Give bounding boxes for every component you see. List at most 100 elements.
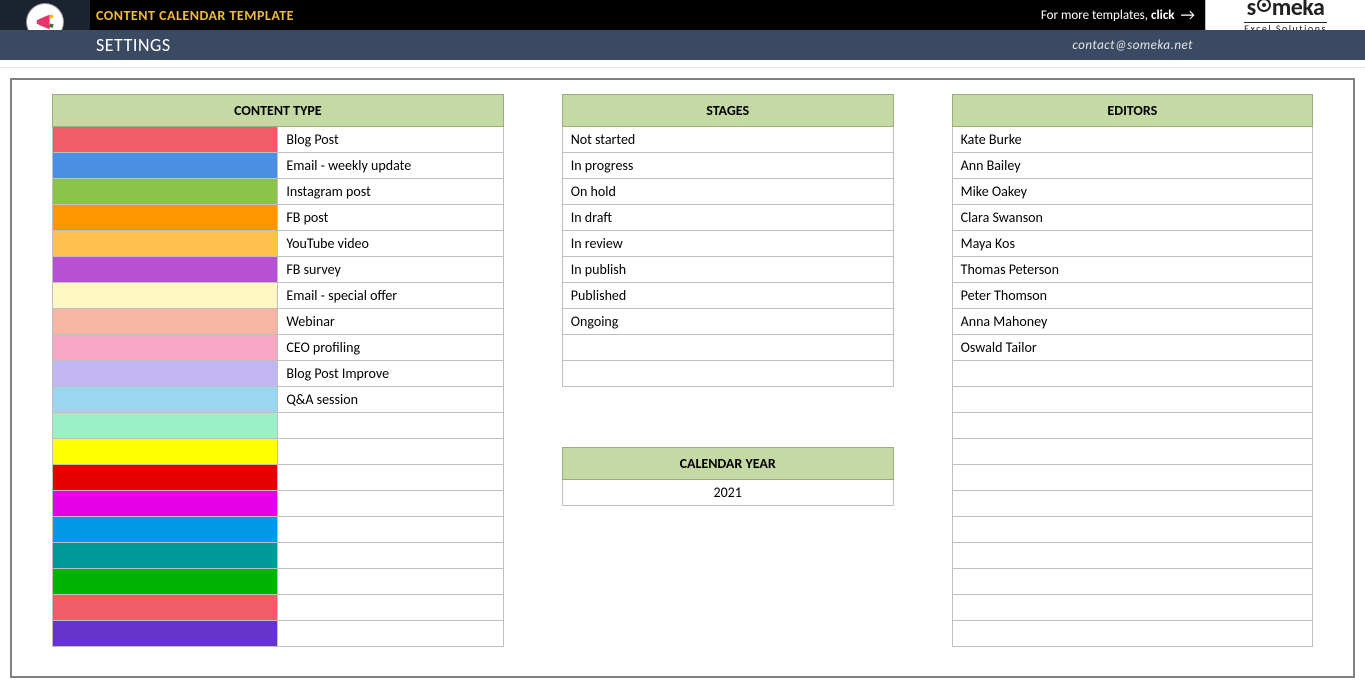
content-type-label[interactable]	[278, 439, 503, 465]
stage-label[interactable]: In draft	[562, 205, 893, 231]
content-type-label[interactable]	[278, 595, 503, 621]
content-type-label[interactable]: Q&A session	[278, 387, 503, 413]
content-type-label[interactable]: Email - weekly update	[278, 153, 503, 179]
stage-row: On hold	[562, 179, 893, 205]
color-swatch[interactable]	[53, 517, 278, 543]
editor-name[interactable]: Peter Thomson	[952, 283, 1312, 309]
content-type-row	[53, 491, 504, 517]
sub-bar: SETTINGS contact@someka.net	[0, 30, 1365, 60]
content-type-label[interactable]: Email - special offer	[278, 283, 503, 309]
content-type-label[interactable]	[278, 491, 503, 517]
color-swatch[interactable]	[53, 127, 278, 153]
brand-logo[interactable]: smeka Excel Solutions	[1205, 0, 1365, 30]
content-type-row: Webinar	[53, 309, 504, 335]
color-swatch[interactable]	[53, 257, 278, 283]
color-swatch[interactable]	[53, 231, 278, 257]
stage-label[interactable]: In progress	[562, 153, 893, 179]
editor-name[interactable]: Anna Mahoney	[952, 309, 1312, 335]
stage-label[interactable]	[562, 361, 893, 387]
color-swatch[interactable]	[53, 465, 278, 491]
content-type-row: FB post	[53, 205, 504, 231]
content-type-label[interactable]	[278, 517, 503, 543]
color-swatch[interactable]	[53, 153, 278, 179]
editor-name[interactable]	[952, 439, 1312, 465]
template-title: CONTENT CALENDAR TEMPLATE	[90, 0, 1041, 30]
editor-name[interactable]	[952, 361, 1312, 387]
editor-name[interactable]	[952, 621, 1312, 647]
content-type-label[interactable]: Instagram post	[278, 179, 503, 205]
color-swatch[interactable]	[53, 335, 278, 361]
content-type-row: FB survey	[53, 257, 504, 283]
editor-name[interactable]: Kate Burke	[952, 127, 1312, 153]
editor-row	[952, 621, 1312, 647]
content-type-label[interactable]: FB post	[278, 205, 503, 231]
click-text: click	[1151, 8, 1175, 23]
content-type-label[interactable]	[278, 621, 503, 647]
stage-label[interactable]	[562, 335, 893, 361]
editor-name[interactable]: Thomas Peterson	[952, 257, 1312, 283]
content-type-row	[53, 595, 504, 621]
editor-name[interactable]	[952, 595, 1312, 621]
stage-row: In review	[562, 231, 893, 257]
content-type-row	[53, 569, 504, 595]
editor-name[interactable]: Ann Bailey	[952, 153, 1312, 179]
editor-name[interactable]	[952, 543, 1312, 569]
editor-name[interactable]: Oswald Tailor	[952, 335, 1312, 361]
content-type-label[interactable]: Blog Post	[278, 127, 503, 153]
stage-label[interactable]: In publish	[562, 257, 893, 283]
editor-row	[952, 361, 1312, 387]
stages-header: STAGES	[562, 95, 893, 127]
content-type-label[interactable]	[278, 543, 503, 569]
color-swatch[interactable]	[53, 361, 278, 387]
contact-email[interactable]: contact@someka.net	[1072, 30, 1193, 60]
content-type-label[interactable]: YouTube video	[278, 231, 503, 257]
content-type-label[interactable]: CEO profiling	[278, 335, 503, 361]
color-swatch[interactable]	[53, 413, 278, 439]
editor-name[interactable]	[952, 465, 1312, 491]
color-swatch[interactable]	[53, 491, 278, 517]
color-swatch[interactable]	[53, 179, 278, 205]
calendar-year-value[interactable]: 2021	[562, 480, 893, 506]
editor-name[interactable]	[952, 569, 1312, 595]
stage-label[interactable]: Published	[562, 283, 893, 309]
color-swatch[interactable]	[53, 387, 278, 413]
color-swatch[interactable]	[53, 543, 278, 569]
editor-row: Clara Swanson	[952, 205, 1312, 231]
color-swatch[interactable]	[53, 439, 278, 465]
content-type-label[interactable]	[278, 569, 503, 595]
content-type-row: Email - weekly update	[53, 153, 504, 179]
editor-name[interactable]	[952, 387, 1312, 413]
content-type-label[interactable]: FB survey	[278, 257, 503, 283]
color-swatch[interactable]	[53, 569, 278, 595]
editor-name[interactable]	[952, 413, 1312, 439]
content-type-table: CONTENT TYPE Blog PostEmail - weekly upd…	[52, 94, 504, 647]
color-swatch[interactable]	[53, 309, 278, 335]
editor-row	[952, 491, 1312, 517]
editor-name[interactable]: Maya Kos	[952, 231, 1312, 257]
stage-row: Not started	[562, 127, 893, 153]
editor-row	[952, 595, 1312, 621]
content-type-header: CONTENT TYPE	[53, 95, 504, 127]
more-templates-link[interactable]: For more templates, click →	[1041, 0, 1205, 30]
stage-label[interactable]: On hold	[562, 179, 893, 205]
content-type-row: Instagram post	[53, 179, 504, 205]
color-swatch[interactable]	[53, 621, 278, 647]
stage-label[interactable]: Not started	[562, 127, 893, 153]
editor-name[interactable]: Mike Oakey	[952, 179, 1312, 205]
editor-name[interactable]: Clara Swanson	[952, 205, 1312, 231]
content-type-label[interactable]	[278, 465, 503, 491]
content-type-label[interactable]: Webinar	[278, 309, 503, 335]
content-type-row: YouTube video	[53, 231, 504, 257]
stage-label[interactable]: In review	[562, 231, 893, 257]
stage-label[interactable]: Ongoing	[562, 309, 893, 335]
editor-name[interactable]	[952, 491, 1312, 517]
arrow-right-icon: →	[1181, 6, 1195, 25]
editor-name[interactable]	[952, 517, 1312, 543]
color-swatch[interactable]	[53, 283, 278, 309]
content-type-label[interactable]	[278, 413, 503, 439]
color-swatch[interactable]	[53, 595, 278, 621]
content-type-label[interactable]: Blog Post Improve	[278, 361, 503, 387]
editor-row: Peter Thomson	[952, 283, 1312, 309]
content-type-row: Blog Post Improve	[53, 361, 504, 387]
color-swatch[interactable]	[53, 205, 278, 231]
